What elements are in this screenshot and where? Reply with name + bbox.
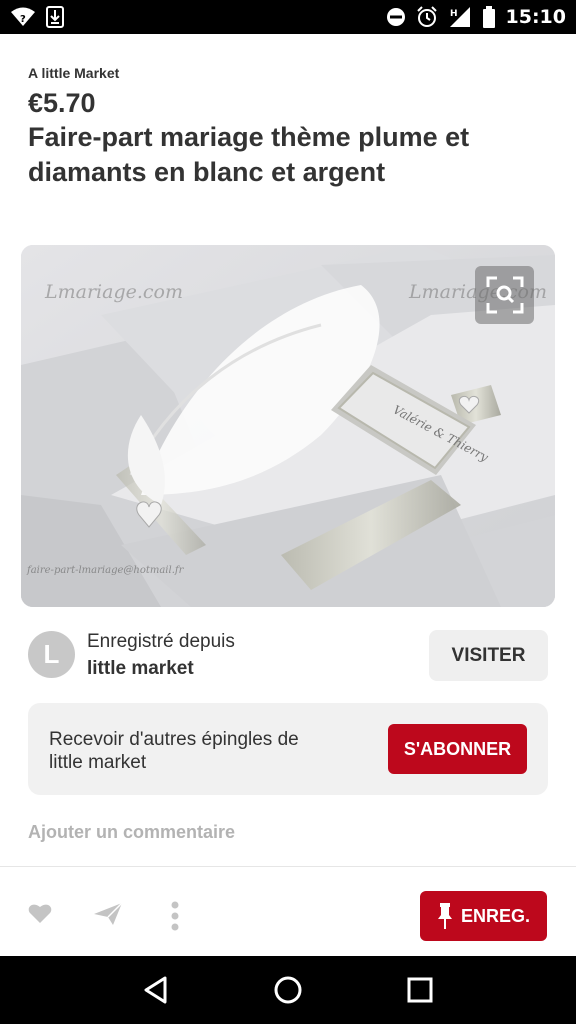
divider	[0, 866, 576, 867]
wifi-icon: ?	[10, 7, 36, 27]
alarm-icon	[416, 6, 438, 28]
visual-search-icon	[486, 276, 523, 314]
more-icon[interactable]	[170, 901, 180, 931]
send-icon[interactable]	[93, 902, 123, 926]
save-pin-button[interactable]: ENREG.	[420, 891, 547, 941]
pin-icon	[437, 903, 452, 929]
visual-search-button[interactable]	[475, 266, 534, 324]
home-icon[interactable]	[268, 970, 308, 1010]
visit-button[interactable]: VISITER	[429, 630, 548, 681]
navigation-bar	[0, 956, 576, 1024]
add-comment-input[interactable]: Ajouter un commentaire	[28, 822, 235, 843]
product-image[interactable]: Valérie & Thierry Lmariage.com Lmariage.…	[21, 245, 555, 607]
avatar[interactable]: L	[28, 631, 75, 678]
signal-icon: H	[448, 6, 472, 28]
follow-button[interactable]: S'ABONNER	[388, 724, 527, 774]
heart-icon[interactable]	[28, 902, 52, 924]
save-label: ENREG.	[460, 905, 530, 926]
saved-from-source[interactable]: little market	[87, 658, 194, 680]
pin-price: €5.70	[28, 88, 96, 118]
watermark-bottom: faire-part-lmariage@hotmail.fr	[27, 565, 184, 576]
watermark-left: Lmariage.com	[45, 281, 183, 303]
pin-title: Faire-part mariage thème plume et diaman…	[28, 122, 470, 187]
follow-panel: Recevoir d'autres épingles de little mar…	[28, 703, 548, 795]
follow-text: Recevoir d'autres épingles de little mar…	[49, 729, 299, 773]
do-not-disturb-icon	[386, 7, 406, 27]
download-icon	[46, 6, 64, 28]
status-time: 15:10	[505, 6, 566, 28]
back-icon[interactable]	[136, 970, 176, 1010]
svg-text:H: H	[450, 9, 458, 19]
svg-text:?: ?	[20, 14, 26, 25]
status-right: H 15:10	[386, 6, 566, 28]
pin-brand[interactable]: A little Market	[28, 65, 119, 81]
saved-from-label: Enregistré depuis	[87, 631, 235, 652]
recents-icon[interactable]	[400, 970, 440, 1010]
status-left: ?	[10, 6, 64, 28]
battery-icon	[482, 6, 496, 28]
status-bar: ? H 15:10	[0, 0, 576, 34]
pin-card: A little Market €5.70 Faire-part mariage…	[0, 34, 576, 956]
